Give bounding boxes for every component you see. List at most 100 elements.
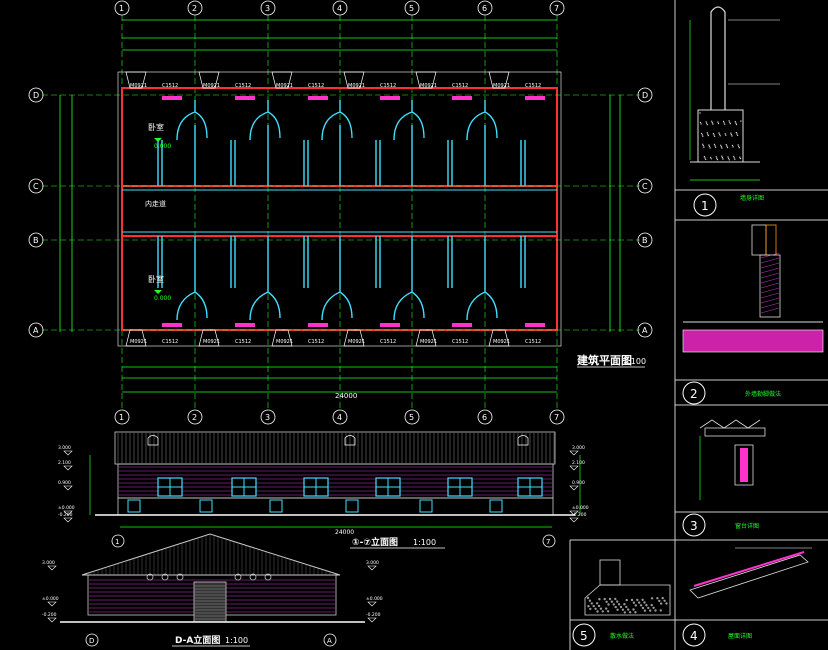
front-level-left: 2.100 [58, 460, 71, 466]
detail-4-number: 4 [690, 629, 698, 643]
grid-label-bottom: 3 [265, 413, 270, 422]
window-lower [308, 323, 328, 327]
detail-2-number: 2 [690, 387, 698, 401]
elevation-vent [127, 499, 141, 513]
grid-label-left: B [33, 236, 39, 245]
window-tag-lower: C1512 [308, 339, 324, 345]
level-lower: 0.000 [154, 295, 171, 302]
window-upper [235, 96, 255, 100]
grid-label-left: A [33, 326, 39, 335]
grid-label-top: 3 [265, 4, 270, 13]
front-level-left: -0.200 [58, 512, 73, 518]
window-lower [235, 323, 255, 327]
side-level-left: 3.000 [42, 560, 55, 566]
window-lower [162, 323, 182, 327]
window-tag-lower: C1512 [452, 339, 468, 345]
window-lower [452, 323, 472, 327]
detail-1-note: 墙身详图 [740, 194, 764, 202]
grid-label-right: B [642, 236, 648, 245]
front-level-right: ±0.000 [572, 505, 589, 511]
front-level-left: ±0.000 [58, 505, 75, 511]
elevation-window [517, 477, 543, 497]
elevation-vent [489, 499, 503, 513]
detail-1-number: 1 [701, 199, 709, 213]
grid-label-bottom: 5 [409, 413, 414, 422]
front-level-right: 2.100 [572, 460, 585, 466]
plan-total-width: 24000 [335, 392, 357, 400]
front-width: 24000 [335, 529, 354, 536]
detail-5-note: 散水做法 [610, 632, 634, 640]
detail-3-number: 3 [690, 519, 698, 533]
window-tag-upper: C1512 [308, 83, 324, 89]
grid-label-left: C [33, 182, 39, 191]
grid-label-bottom: 7 [554, 413, 559, 422]
window-upper [452, 96, 472, 100]
front-elevation: 3.000 3.000 2.100 2.100 0.900 0.900 ±0.000 ±0.0… [58, 431, 589, 549]
side-level-right: -0.200 [366, 612, 381, 618]
grid-label-left: D [33, 91, 39, 100]
roof-vent [517, 435, 529, 446]
elevation-vent [199, 499, 213, 513]
cad-drawing: 11223344556677 C1512C1512M0921M0921C1512… [28, 0, 828, 650]
side-elevation-scale: 1:100 [225, 636, 248, 645]
window-lower [380, 323, 400, 327]
front-grid-label: 1 [115, 538, 119, 546]
room-label-lower: 卧室 [148, 274, 164, 284]
window-tag-upper: C1512 [162, 83, 178, 89]
side-level-left: ±0.000 [42, 596, 59, 602]
corridor-label: 内走道 [145, 199, 166, 208]
grid-label-top: 6 [482, 4, 487, 13]
window-tag-lower: C1512 [235, 339, 251, 345]
window-tag-lower: C1512 [162, 339, 178, 345]
grid-label-right: C [642, 182, 648, 191]
window-upper [308, 96, 328, 100]
elevation-window [231, 477, 257, 497]
grid-label-top: 2 [192, 4, 197, 13]
window-tag-upper: C1512 [452, 83, 468, 89]
detail-2-note: 外墙勒脚做法 [745, 390, 781, 398]
elevation-window [447, 477, 473, 497]
elevation-vent [345, 499, 359, 513]
grid-label-bottom: 2 [192, 413, 197, 422]
elevation-vent [419, 499, 433, 513]
window-tag-upper: C1512 [525, 83, 541, 89]
roof-vent [147, 435, 159, 446]
window-tag-lower: C1512 [525, 339, 541, 345]
grid-label-top: 1 [119, 4, 124, 13]
detail-1: 1 墙身详图 [689, 6, 780, 217]
window-tag-upper: C1512 [235, 83, 251, 89]
elevation-window [375, 477, 401, 497]
detail-5: 5 散水做法 [572, 559, 671, 647]
side-level-left: -0.200 [42, 612, 57, 618]
grid-label-bottom: 6 [482, 413, 487, 422]
window-tag-lower: C1512 [380, 339, 396, 345]
grid-label-right: D [642, 91, 648, 100]
grid-label-top: 7 [554, 4, 559, 13]
front-level-right: 0.900 [572, 480, 585, 486]
detail-3: 3 窗台详图 [682, 419, 766, 537]
room-label-upper: 卧室 [148, 122, 164, 132]
window-lower [525, 323, 545, 327]
front-elevation-title: ①-⑦立面图 [352, 536, 398, 548]
front-level-right: -0.200 [572, 512, 587, 518]
front-level-left: 0.900 [58, 480, 71, 486]
grid-label-bottom: 4 [337, 413, 342, 422]
grid-label-top: 4 [337, 4, 342, 13]
grid-label-bottom: 1 [119, 413, 124, 422]
front-elevation-scale: 1:100 [413, 538, 436, 547]
window-upper [162, 96, 182, 100]
window-upper [380, 96, 400, 100]
elevation-window [303, 477, 329, 497]
detail-4-note: 屋面详图 [728, 632, 752, 640]
elevation-window [157, 477, 183, 497]
side-level-right: 3.000 [366, 560, 379, 566]
front-level-right: 3.000 [572, 445, 585, 451]
elevation-vent [269, 499, 283, 513]
side-elevation-title: D-A立面图 [175, 634, 220, 646]
side-level-right: ±0.000 [366, 596, 383, 602]
grid-label-top: 5 [409, 4, 414, 13]
plan-scale: 1:100 [623, 357, 646, 366]
detail-2: 2 外墙勒脚做法 [682, 224, 824, 405]
side-grid-right: A [327, 637, 332, 645]
front-level-left: 3.000 [58, 445, 71, 451]
